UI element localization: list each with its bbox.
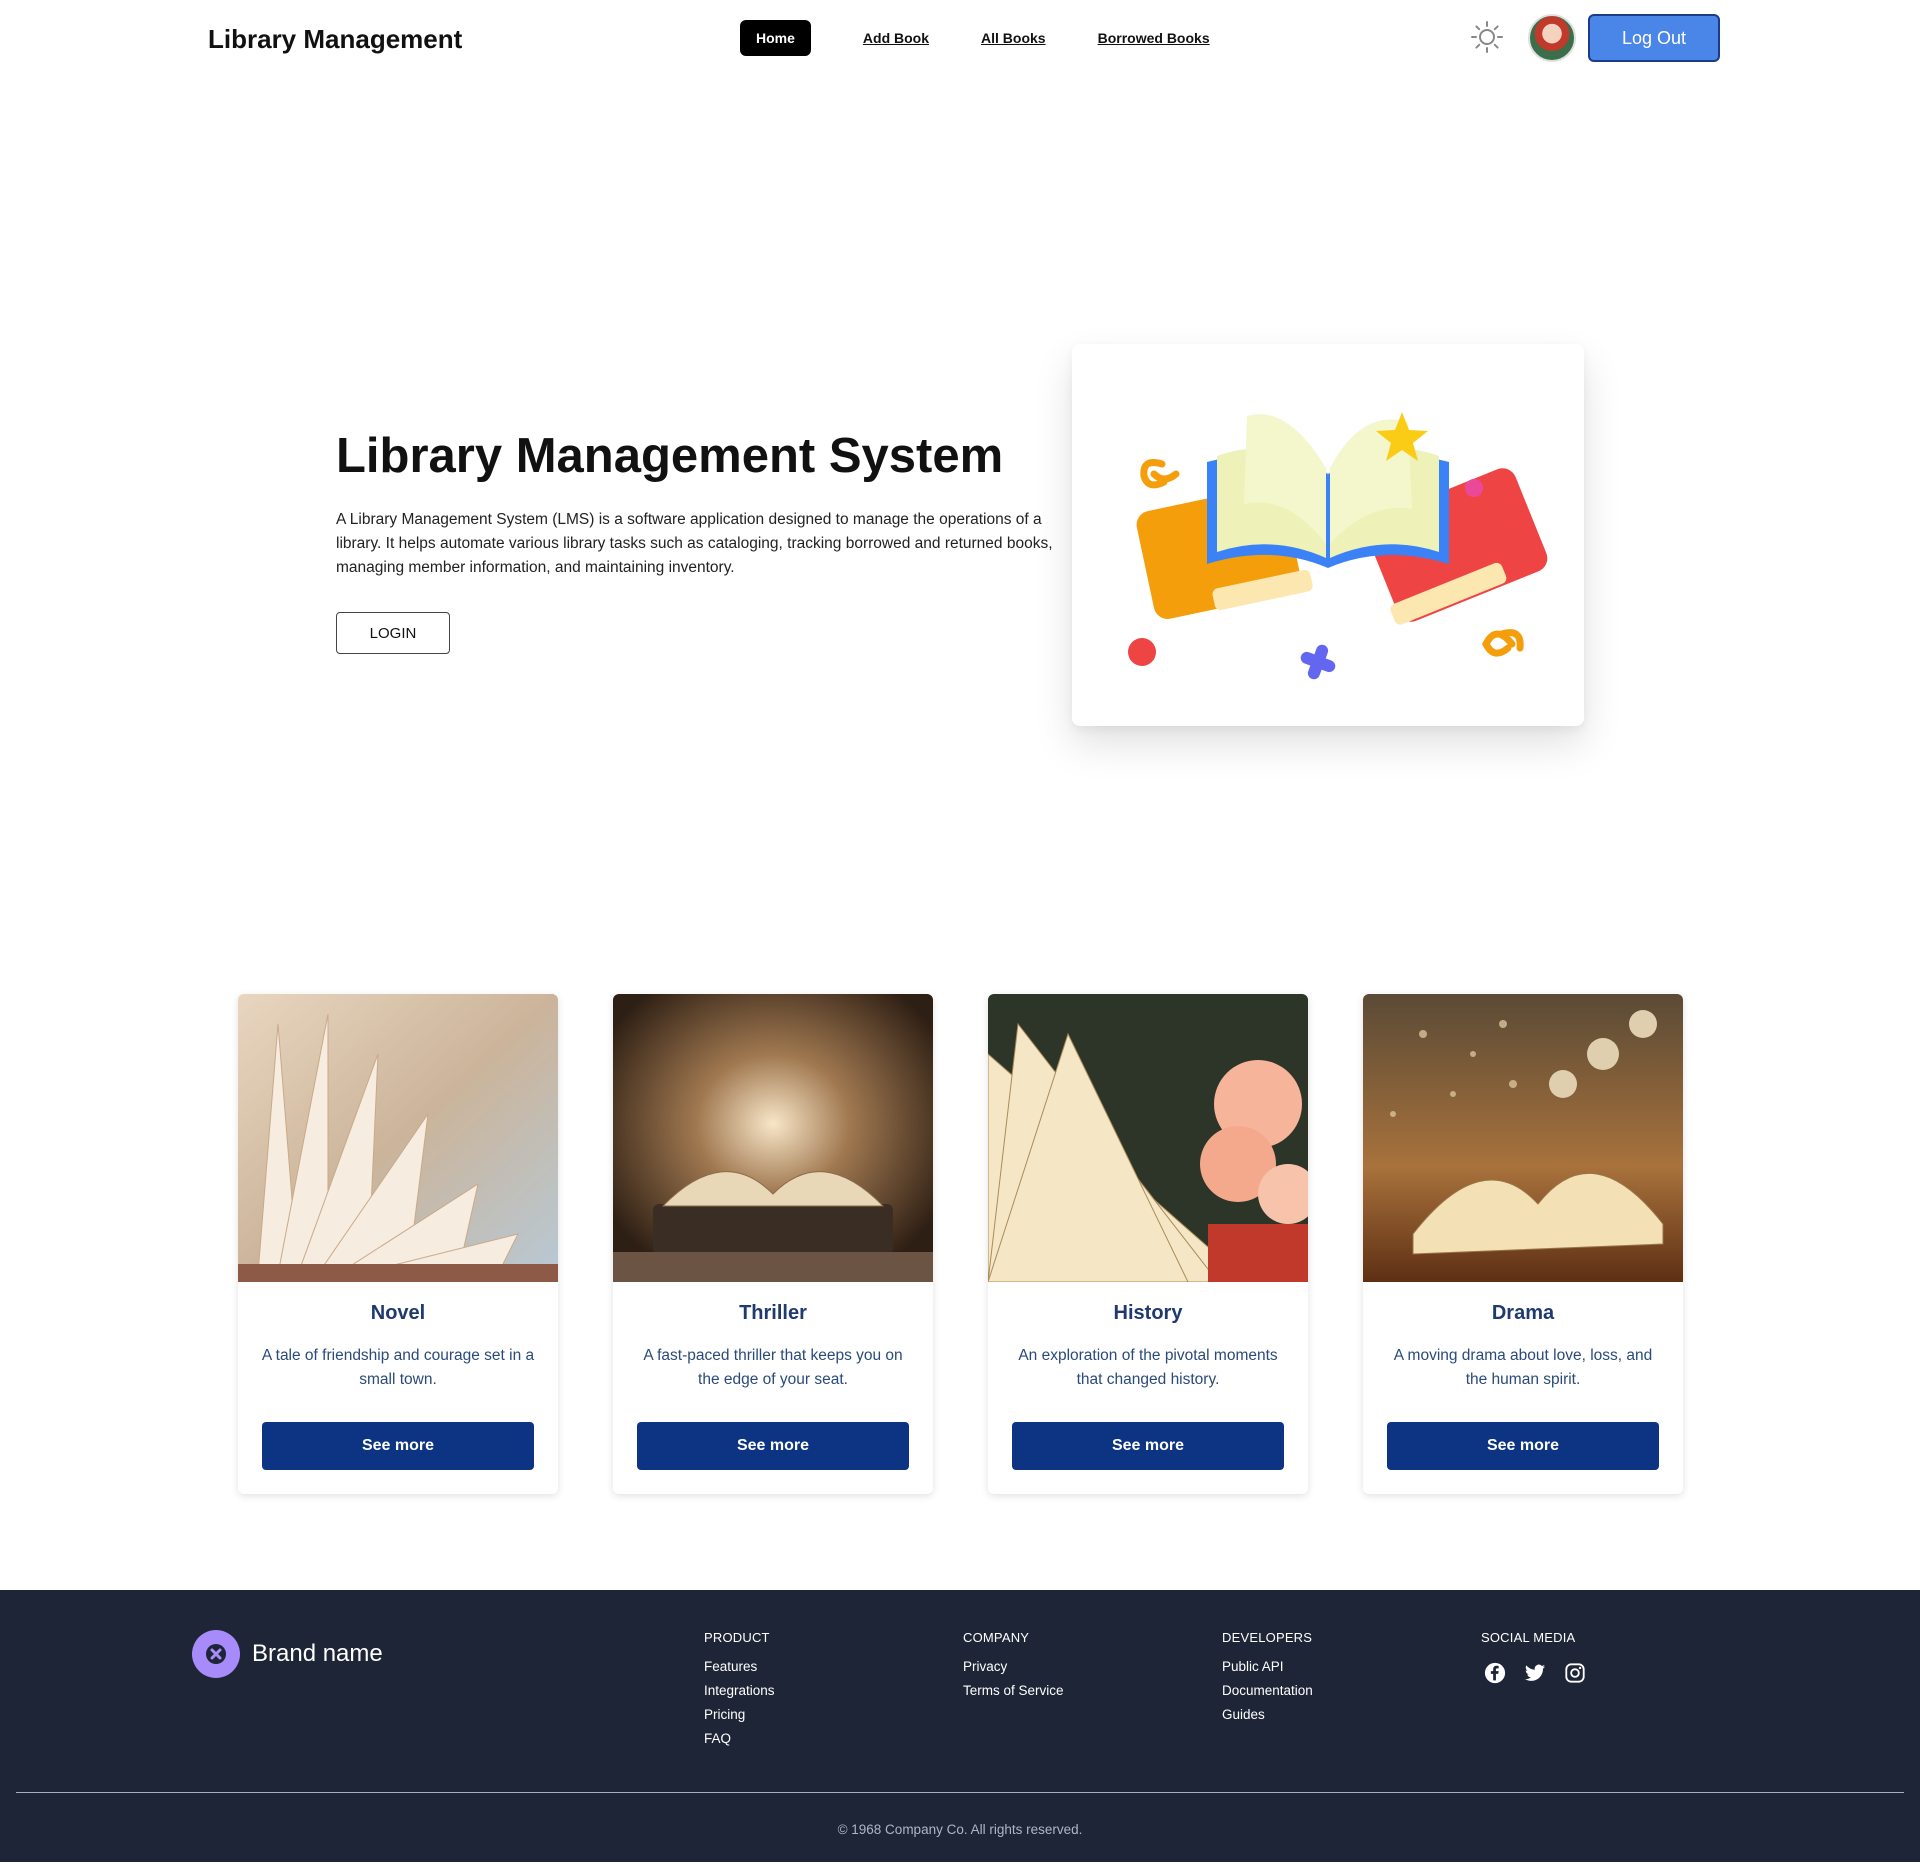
footer-link-pricing[interactable]: Pricing xyxy=(704,1707,775,1723)
see-more-button[interactable]: See more xyxy=(1012,1422,1284,1470)
facebook-icon[interactable] xyxy=(1481,1659,1509,1687)
nav-borrowed-books[interactable]: Borrowed Books xyxy=(1098,30,1210,46)
genre-description: A moving drama about love, loss, and the… xyxy=(1393,1347,1653,1388)
user-avatar[interactable] xyxy=(1528,14,1576,62)
history-image xyxy=(988,994,1308,1283)
footer-link-documentation[interactable]: Documentation xyxy=(1222,1683,1313,1699)
footer-col-developers: DEVELOPERS Public API Documentation Guid… xyxy=(1222,1630,1313,1731)
genre-card-history: History An exploration of the pivotal mo… xyxy=(988,994,1308,1494)
nav-links: Home Add Book All Books Borrowed Books xyxy=(740,20,1262,56)
drama-image xyxy=(1363,994,1683,1282)
footer-link-public-api[interactable]: Public API xyxy=(1222,1659,1313,1675)
brand-title[interactable]: Library Management xyxy=(208,24,462,55)
footer-copyright: © 1968 Company Co. All rights reserved. xyxy=(837,1822,1083,1837)
nav-add-book[interactable]: Add Book xyxy=(863,30,929,46)
footer-link-features[interactable]: Features xyxy=(704,1659,775,1675)
navbar: Library Management Home Add Book All Boo… xyxy=(0,0,1920,78)
books-illustration xyxy=(1128,412,1548,680)
login-button[interactable]: LOGIN xyxy=(336,612,450,654)
footer-link-guides[interactable]: Guides xyxy=(1222,1707,1313,1723)
footer-col-company: COMPANY Privacy Terms of Service xyxy=(963,1630,1064,1707)
footer-link-terms[interactable]: Terms of Service xyxy=(963,1683,1064,1699)
novel-image xyxy=(238,994,558,1282)
see-more-button[interactable]: See more xyxy=(637,1422,909,1470)
footer-link-integrations[interactable]: Integrations xyxy=(704,1683,775,1699)
footer-col-social: SOCIAL MEDIA xyxy=(1481,1630,1589,1687)
hero-description: A Library Management System (LMS) is a s… xyxy=(336,511,1053,576)
footer: Brand name PRODUCT Features Integrations… xyxy=(0,1590,1920,1864)
genre-description: A tale of friendship and courage set in … xyxy=(261,1347,535,1388)
social-icons xyxy=(1481,1659,1589,1687)
genre-description: A fast-paced thriller that keeps you on … xyxy=(643,1347,903,1388)
footer-brand-name[interactable]: Brand name xyxy=(252,1640,383,1668)
instagram-icon[interactable] xyxy=(1561,1659,1589,1687)
logout-button[interactable]: Log Out xyxy=(1588,14,1720,62)
nav-home[interactable]: Home xyxy=(740,20,811,56)
genre-card-novel: Novel A tale of friendship and courage s… xyxy=(238,994,558,1494)
see-more-button[interactable]: See more xyxy=(1387,1422,1659,1470)
genre-title: Drama xyxy=(1491,1302,1555,1324)
genre-title: History xyxy=(1113,1302,1183,1324)
genre-title: Novel xyxy=(370,1302,426,1324)
footer-link-faq[interactable]: FAQ xyxy=(704,1731,775,1747)
genre-description: An exploration of the pivotal moments th… xyxy=(1018,1347,1278,1388)
footer-col-product: PRODUCT Features Integrations Pricing FA… xyxy=(704,1630,775,1755)
footer-col-title: COMPANY xyxy=(963,1630,1030,1645)
footer-col-title: SOCIAL MEDIA xyxy=(1481,1630,1576,1645)
sun-icon[interactable] xyxy=(1468,18,1506,56)
footer-divider xyxy=(16,1792,1904,1793)
footer-link-privacy[interactable]: Privacy xyxy=(963,1659,1064,1675)
footer-col-title: DEVELOPERS xyxy=(1222,1630,1313,1645)
nav-all-books[interactable]: All Books xyxy=(981,30,1046,46)
genre-card-thriller: Thriller A fast-paced thriller that keep… xyxy=(613,994,933,1494)
thriller-image xyxy=(613,994,933,1282)
hero-title: Library Management System xyxy=(336,429,1004,483)
hero-illustration-card xyxy=(1072,344,1584,726)
genre-card-drama: Drama A moving drama about love, loss, a… xyxy=(1363,994,1683,1494)
twitter-icon[interactable] xyxy=(1521,1659,1549,1687)
see-more-button[interactable]: See more xyxy=(262,1422,534,1470)
footer-col-title: PRODUCT xyxy=(704,1630,770,1645)
brand-logo-icon[interactable] xyxy=(192,1630,240,1678)
genre-title: Thriller xyxy=(739,1302,807,1324)
